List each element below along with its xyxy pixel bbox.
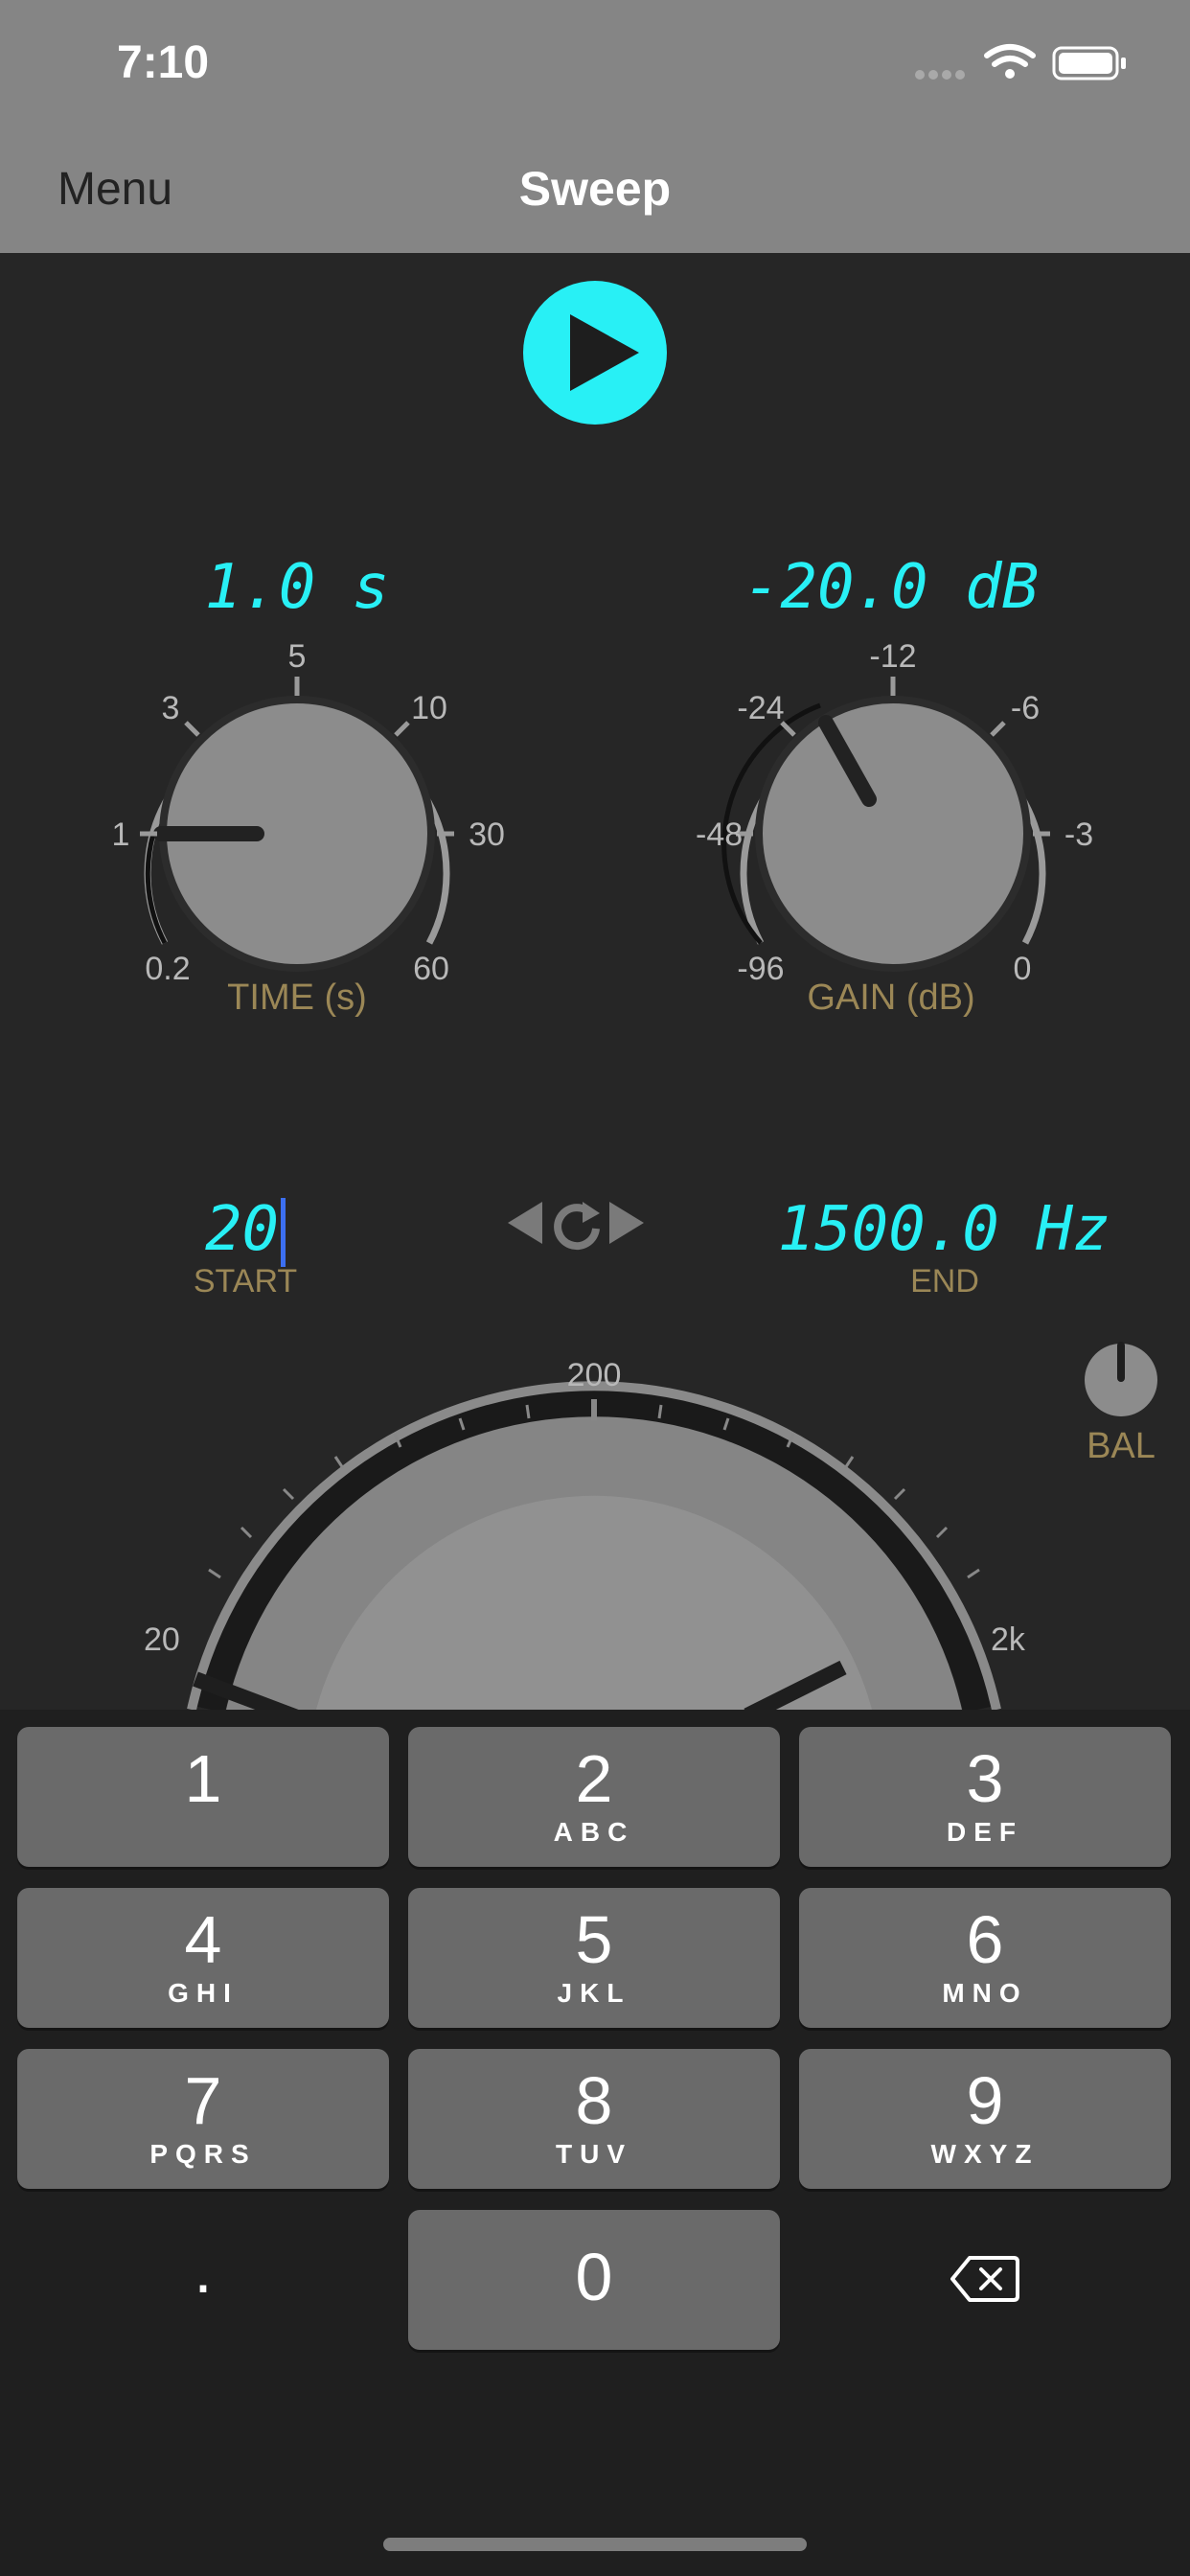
balance-knob[interactable]	[1083, 1342, 1159, 1418]
gain-value: -20.0 dB	[743, 552, 1040, 623]
end-value[interactable]: 1500.0 Hz	[757, 1194, 1131, 1265]
start-input[interactable]: 20	[149, 1194, 341, 1268]
previous-icon[interactable]	[508, 1202, 542, 1244]
start-value: 20	[204, 1194, 280, 1265]
key-decimal-symbol: .	[194, 2232, 213, 2307]
end-label: END	[910, 1263, 979, 1300]
cellular-icon	[915, 70, 965, 80]
key-5-digit: 5	[575, 1902, 613, 1977]
start-label: START	[193, 1263, 298, 1300]
gain-tick-1: -48	[696, 816, 743, 853]
battery-icon	[1052, 46, 1126, 80]
gain-tick-3: -12	[869, 638, 916, 675]
backspace-icon	[950, 2256, 1019, 2302]
gain-label: GAIN (dB)	[807, 978, 975, 1018]
key-2-letters: ABC	[553, 1817, 635, 1847]
gain-tick-5: -3	[1064, 816, 1093, 853]
key-1[interactable]: 1	[17, 1727, 389, 1867]
time-tick-1: 1	[112, 816, 130, 853]
key-9[interactable]: 9 WXYZ	[799, 2049, 1171, 2189]
key-6-digit: 6	[966, 1902, 1004, 1977]
key-8-digit: 8	[575, 2063, 613, 2138]
key-6[interactable]: 6 MNO	[799, 1888, 1171, 2028]
page-title: Sweep	[518, 162, 672, 216]
key-7-digit: 7	[184, 2063, 222, 2138]
key-7-letters: PQRS	[149, 2139, 257, 2169]
freq-tick-2k: 2k	[991, 1622, 1025, 1658]
key-2[interactable]: 2 ABC	[408, 1727, 780, 1867]
key-4-letters: GHI	[168, 1978, 239, 2008]
gain-knob[interactable]: -96 -48 -24 -12 -6 -3 0	[692, 623, 1113, 1025]
key-6-letters: MNO	[942, 1978, 1028, 2008]
time-label: TIME (s)	[227, 978, 367, 1018]
time-tick-4: 10	[411, 690, 447, 726]
key-decimal[interactable]: .	[17, 2210, 389, 2350]
time-tick-2: 3	[162, 690, 180, 726]
next-icon[interactable]	[609, 1202, 644, 1244]
numeric-keypad: 1 2 ABC 3 DEF 4 GHI 5 JKL 6 MNO 7 PQRS 8 TUV 9W…	[0, 1710, 1190, 2576]
key-9-digit: 9	[966, 2063, 1004, 2138]
text-cursor	[281, 1198, 286, 1268]
time-tick-5: 30	[469, 816, 505, 853]
repeat-icon[interactable]	[554, 1202, 600, 1251]
key-2-digit: 2	[575, 1741, 613, 1816]
key-3-letters: DEF	[947, 1817, 1023, 1847]
status-icons	[915, 44, 1126, 80]
key-4[interactable]: 4 GHI	[17, 1888, 389, 2028]
key-8-letters: TUV	[556, 2139, 632, 2169]
backspace-key[interactable]	[799, 2210, 1171, 2350]
key-7[interactable]: 7 PQRS	[17, 2049, 389, 2189]
time-tick-3: 5	[288, 638, 307, 675]
time-knob[interactable]: 0.2 1 3 5 10 30 60	[96, 623, 517, 1025]
freq-tick-20: 20	[144, 1622, 180, 1658]
gain-tick-4: -6	[1011, 690, 1040, 726]
key-4-digit: 4	[184, 1902, 222, 1977]
key-3-digit: 3	[966, 1741, 1004, 1816]
key-5[interactable]: 5 JKL	[408, 1888, 780, 2028]
frequency-dial[interactable]: 200	[153, 1342, 1035, 1710]
key-0[interactable]: 0	[408, 2210, 780, 2350]
key-1-digit: 1	[184, 1741, 222, 1816]
status-time: 7:10	[117, 37, 210, 88]
key-0-digit: 0	[575, 2240, 613, 2314]
transport-controls	[508, 1202, 644, 1251]
key-5-letters: JKL	[557, 1978, 631, 2008]
wifi-icon	[984, 44, 1036, 79]
menu-button[interactable]: Menu	[57, 163, 172, 216]
key-3[interactable]: 3 DEF	[799, 1727, 1171, 1867]
time-value: 1.0 s	[204, 552, 390, 623]
balance-label: BAL	[1087, 1426, 1156, 1466]
gain-tick-2: -24	[737, 690, 784, 726]
play-button[interactable]	[522, 280, 668, 426]
key-9-letters: WXYZ	[930, 2139, 1040, 2169]
home-indicator[interactable]	[383, 2538, 807, 2551]
key-8[interactable]: 8 TUV	[408, 2049, 780, 2189]
freq-tick-200: 200	[567, 1357, 622, 1393]
